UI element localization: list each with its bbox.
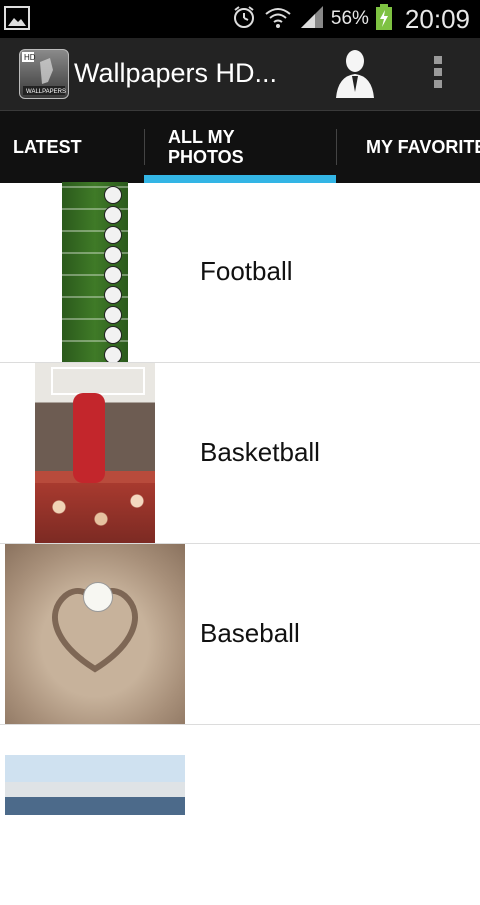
- tab-all-my-photos-label: ALL MY PHOTOS: [168, 127, 244, 167]
- status-time: 20:09: [404, 3, 470, 34]
- status-icons: 56% 20:09: [231, 0, 470, 38]
- list-item-baseball[interactable]: Baseball: [0, 544, 480, 725]
- overflow-menu-button[interactable]: [424, 56, 452, 92]
- image-icon: [4, 6, 30, 30]
- battery-charging-icon: [375, 3, 393, 36]
- tab-my-favorites[interactable]: MY FAVORITES: [366, 111, 480, 183]
- tab-all-my-photos[interactable]: ALL MY PHOTOS: [168, 111, 244, 183]
- baseball-thumbnail: [5, 544, 185, 724]
- list-item-stadium[interactable]: [0, 725, 480, 905]
- tab-my-favorites-label: MY FAVORITES: [366, 136, 480, 157]
- tab-latest[interactable]: LATEST: [13, 111, 82, 183]
- action-bar: HD WALLPAPERS Wallpapers HD...: [0, 38, 480, 110]
- overflow-menu-icon: [424, 56, 452, 88]
- app-icon-hd-text: HD: [24, 53, 36, 62]
- app-icon[interactable]: HD WALLPAPERS: [19, 49, 69, 99]
- tab-latest-label: LATEST: [13, 136, 82, 157]
- person-icon: [332, 50, 378, 104]
- tab-divider: [336, 129, 337, 165]
- tab-bar: LATEST ALL MY PHOTOS MY FAVORITES: [0, 110, 480, 183]
- list-item-basketball[interactable]: Basketball: [0, 363, 480, 544]
- list-item-label: Baseball: [200, 618, 300, 648]
- profile-button[interactable]: [332, 48, 378, 100]
- app-title: Wallpapers HD...: [74, 58, 278, 88]
- status-bar: 56% 20:09: [0, 0, 480, 38]
- basketball-thumbnail: [35, 363, 155, 543]
- wifi-icon: [263, 4, 293, 35]
- tab-divider: [144, 129, 145, 165]
- list-item-label: Basketball: [200, 437, 320, 467]
- battery-percent: 56%: [330, 8, 369, 29]
- alarm-icon: [231, 4, 257, 35]
- list-item-label: Football: [200, 256, 293, 286]
- signal-icon: [299, 4, 325, 35]
- list-item-football[interactable]: Football: [0, 182, 480, 363]
- stadium-thumbnail: [5, 755, 185, 815]
- album-list: Football Basketball Baseball: [0, 182, 480, 815]
- football-thumbnail: [62, 182, 128, 362]
- app-icon-wallpapers-text: WALLPAPERS: [26, 89, 66, 95]
